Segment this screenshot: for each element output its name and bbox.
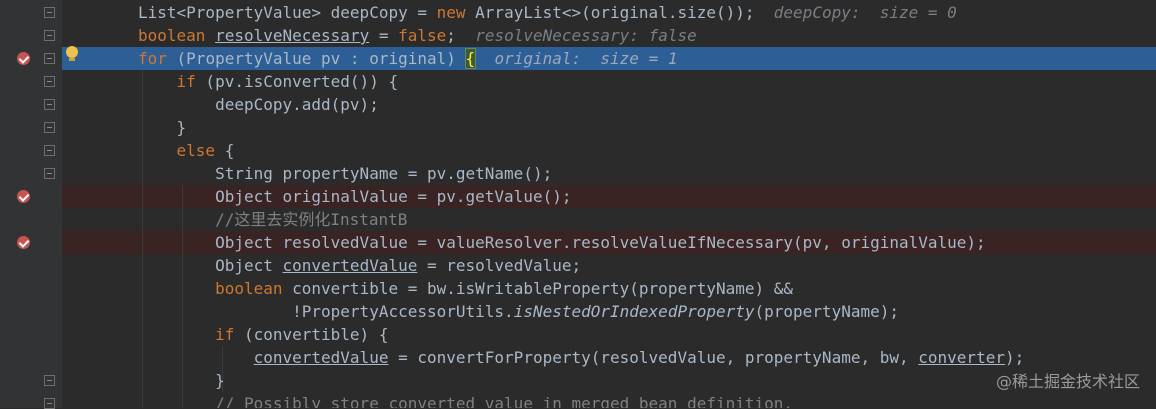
code-line[interactable]: Object convertedValue = resolvedValue; xyxy=(62,254,1156,277)
code-token-inlay: resolveNecessary: false xyxy=(455,26,697,45)
code-line[interactable]: } xyxy=(62,116,1156,139)
code-token: ); xyxy=(1004,348,1025,367)
code-token: (convertible) { xyxy=(234,325,389,344)
code-line[interactable]: Object originalValue = pv.getValue(); xyxy=(62,185,1156,208)
code-token: (PropertyValue pv : original) xyxy=(166,49,466,68)
code-token-ital: isNestedOrIndexedProperty xyxy=(513,302,755,321)
breakpoint-check-icon[interactable] xyxy=(17,190,30,203)
code-token: Object resolvedValue = valueResolver.res… xyxy=(138,233,986,252)
code-token-uline: convertedValue xyxy=(253,348,389,367)
code-line[interactable]: else { xyxy=(62,139,1156,162)
fold-marker-icon[interactable] xyxy=(44,76,55,87)
code-token-brace-hl: { xyxy=(464,48,477,69)
fold-marker-icon[interactable] xyxy=(44,7,55,18)
fold-marker-icon[interactable] xyxy=(44,53,55,64)
code-line[interactable]: //这里去实例化InstantB xyxy=(62,208,1156,231)
code-token: Object xyxy=(138,256,283,275)
code-token: convertible = bw.isWritableProperty(prop… xyxy=(282,279,794,298)
code-line[interactable]: !PropertyAccessorUtils.isNestedOrIndexed… xyxy=(62,300,1156,323)
code-token-kw: boolean xyxy=(138,26,206,45)
code-token: Object originalValue = pv.getValue(); xyxy=(138,187,572,206)
code-token: = convertForProperty(resolvedValue, prop… xyxy=(388,348,919,367)
code-line[interactable]: Object resolvedValue = valueResolver.res… xyxy=(62,231,1156,254)
code-line[interactable]: for (PropertyValue pv : original) { orig… xyxy=(62,47,1156,70)
code-line[interactable]: if (convertible) { xyxy=(62,323,1156,346)
code-token: { xyxy=(215,141,235,160)
code-token: ArrayList<>(original.size()); xyxy=(465,3,755,22)
code-token-kw: false xyxy=(398,26,447,45)
code-line[interactable]: convertedValue = convertForProperty(reso… xyxy=(62,346,1156,369)
fold-marker-icon[interactable] xyxy=(44,122,55,133)
fold-marker-icon[interactable] xyxy=(44,99,55,110)
code-token-kw: boolean xyxy=(215,279,283,298)
code-line[interactable]: } xyxy=(62,369,1156,392)
code-token: } xyxy=(138,371,225,390)
fold-marker-icon[interactable] xyxy=(44,145,55,156)
code-token-kw: if xyxy=(215,325,235,344)
code-token: (propertyName); xyxy=(754,302,900,321)
code-token: String propertyName = pv.getName(); xyxy=(138,164,553,183)
code-editor[interactable]: List<PropertyValue> deepCopy = new Array… xyxy=(62,0,1156,408)
breakpoint-check-icon[interactable] xyxy=(17,52,30,65)
code-token-cmt: //这里去实例化InstantB xyxy=(138,210,408,229)
code-line[interactable]: if (pv.isConverted()) { xyxy=(62,70,1156,93)
code-token-kw: new xyxy=(436,3,466,22)
fold-marker-icon[interactable] xyxy=(44,168,55,179)
code-token-inlay: deepCopy: size = 0 xyxy=(754,3,957,22)
code-token-uline: resolveNecessary xyxy=(215,26,370,45)
code-line[interactable]: // Possibly store converted value in mer… xyxy=(62,392,1156,408)
code-token: } xyxy=(138,118,187,137)
code-token: deepCopy.add(pv); xyxy=(138,95,379,114)
fold-marker-icon[interactable] xyxy=(44,398,55,409)
fold-marker-icon[interactable] xyxy=(44,30,55,41)
watermark: @稀土掘金技术社区 xyxy=(995,372,1140,391)
fold-marker-icon[interactable] xyxy=(44,375,55,386)
code-line[interactable]: deepCopy.add(pv); xyxy=(62,93,1156,116)
code-token-uline: converter xyxy=(918,348,1005,367)
code-token-inlay-cur: original: size = 1 xyxy=(475,49,678,68)
code-line[interactable]: String propertyName = pv.getName(); xyxy=(62,162,1156,185)
code-line[interactable]: boolean resolveNecessary = false; resolv… xyxy=(62,24,1156,47)
code-token-uline: convertedValue xyxy=(282,256,418,275)
breakpoint-check-icon[interactable] xyxy=(17,236,30,249)
code-token-kw: for xyxy=(138,49,167,68)
code-token: = resolvedValue; xyxy=(417,256,582,275)
code-token: !PropertyAccessorUtils. xyxy=(138,302,514,321)
code-token: ; xyxy=(446,26,456,45)
code-token: List<PropertyValue> deepCopy = xyxy=(138,3,437,22)
code-line[interactable]: boolean convertible = bw.isWritablePrope… xyxy=(62,277,1156,300)
code-token-kw: else xyxy=(176,141,216,160)
code-token-kw: if xyxy=(176,72,196,91)
code-line[interactable]: List<PropertyValue> deepCopy = new Array… xyxy=(62,1,1156,24)
code-token: = xyxy=(369,26,399,45)
code-token: (pv.isConverted()) { xyxy=(195,72,399,91)
code-token-cmt: // Possibly store converted value in mer… xyxy=(138,394,794,408)
